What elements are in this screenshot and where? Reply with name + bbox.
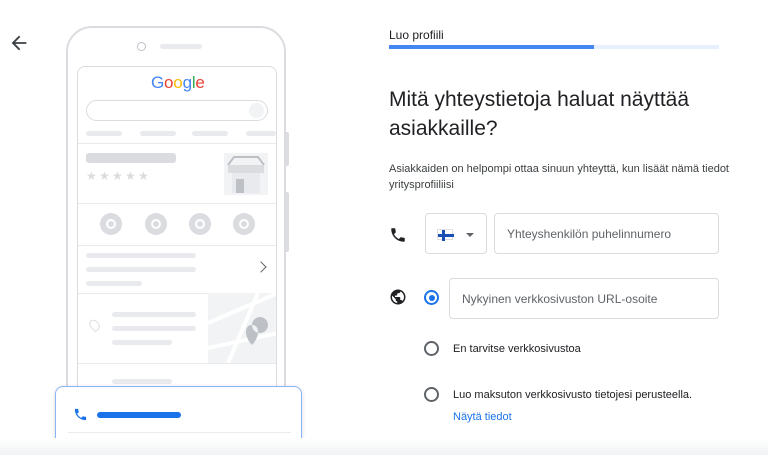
mock-tab bbox=[140, 131, 176, 136]
globe-icon bbox=[239, 219, 249, 229]
star-icon: ★ bbox=[86, 169, 97, 183]
back-button[interactable] bbox=[8, 32, 30, 54]
mock-tab bbox=[246, 131, 276, 136]
search-icon bbox=[249, 103, 264, 118]
mock-tab bbox=[86, 131, 122, 136]
radio-no-website[interactable] bbox=[424, 341, 439, 356]
finland-flag-icon bbox=[437, 229, 454, 241]
map-thumbnail bbox=[208, 293, 276, 363]
mock-tab bbox=[192, 131, 228, 136]
mock-text-line bbox=[86, 267, 196, 272]
star-icon: ★ bbox=[125, 169, 136, 183]
radio-create-free-website[interactable] bbox=[424, 387, 439, 402]
divider bbox=[78, 143, 276, 144]
chevron-right-icon bbox=[255, 261, 267, 273]
logo-letter: o bbox=[173, 73, 183, 92]
star-icon: ★ bbox=[112, 169, 123, 183]
divider bbox=[78, 245, 276, 246]
mock-text-line bbox=[86, 281, 142, 286]
mock-text-line bbox=[112, 312, 196, 317]
website-url-input[interactable] bbox=[449, 278, 719, 319]
star-icon: ★ bbox=[138, 169, 149, 183]
logo-letter: G bbox=[151, 73, 165, 92]
google-logo: Google bbox=[151, 73, 205, 93]
phone-placeholder-line bbox=[97, 412, 181, 418]
divider bbox=[78, 363, 276, 364]
divider bbox=[68, 432, 291, 433]
option-label-create-website: Luo maksuton verkkosivusto tietojesi per… bbox=[453, 389, 693, 401]
bookmark-icon bbox=[195, 219, 205, 229]
option-label-no-website: En tarvitse verkkosivustoa bbox=[453, 343, 581, 355]
mock-text-line bbox=[86, 253, 196, 258]
page-description: Asiakkaiden on helpompi ottaa sinuun yht… bbox=[389, 163, 729, 191]
directions-icon bbox=[151, 219, 161, 229]
mock-text-line bbox=[112, 326, 196, 331]
location-pin-icon bbox=[87, 317, 102, 333]
show-details-link[interactable]: Näytä tiedot bbox=[453, 411, 512, 423]
logo-letter: o bbox=[164, 73, 174, 92]
logo-letter: g bbox=[182, 73, 192, 92]
divider bbox=[78, 203, 276, 204]
phone-number-input[interactable] bbox=[494, 213, 719, 254]
phone-icon bbox=[106, 219, 116, 229]
progress-fill bbox=[389, 45, 594, 49]
website-action-icon bbox=[233, 213, 255, 235]
progress-bar bbox=[389, 45, 719, 49]
chevron-down-icon bbox=[466, 233, 474, 237]
bottom-shadow bbox=[0, 438, 768, 455]
directions-action-icon bbox=[145, 213, 167, 235]
radio-current-website[interactable] bbox=[424, 290, 439, 305]
logo-letter: e bbox=[195, 73, 205, 92]
step-title: Luo profiili bbox=[389, 28, 444, 42]
mock-business-name bbox=[86, 153, 176, 163]
save-action-icon bbox=[189, 213, 211, 235]
globe-icon bbox=[390, 289, 406, 305]
phone-icon bbox=[391, 228, 405, 242]
arrow-back-icon bbox=[11, 35, 27, 51]
mock-text-line bbox=[112, 379, 172, 384]
phone-camera bbox=[137, 42, 146, 51]
country-code-select[interactable] bbox=[425, 213, 487, 254]
phone-speaker bbox=[160, 44, 202, 49]
mock-search-bar bbox=[86, 100, 268, 121]
page-title: Mitä yhteystietoja haluat näyttää asiakk… bbox=[389, 88, 690, 140]
mock-text-line bbox=[112, 340, 172, 345]
star-icon: ★ bbox=[99, 169, 110, 183]
call-action-icon bbox=[100, 213, 122, 235]
phone-icon bbox=[74, 408, 87, 421]
storefront-icon bbox=[224, 153, 268, 195]
